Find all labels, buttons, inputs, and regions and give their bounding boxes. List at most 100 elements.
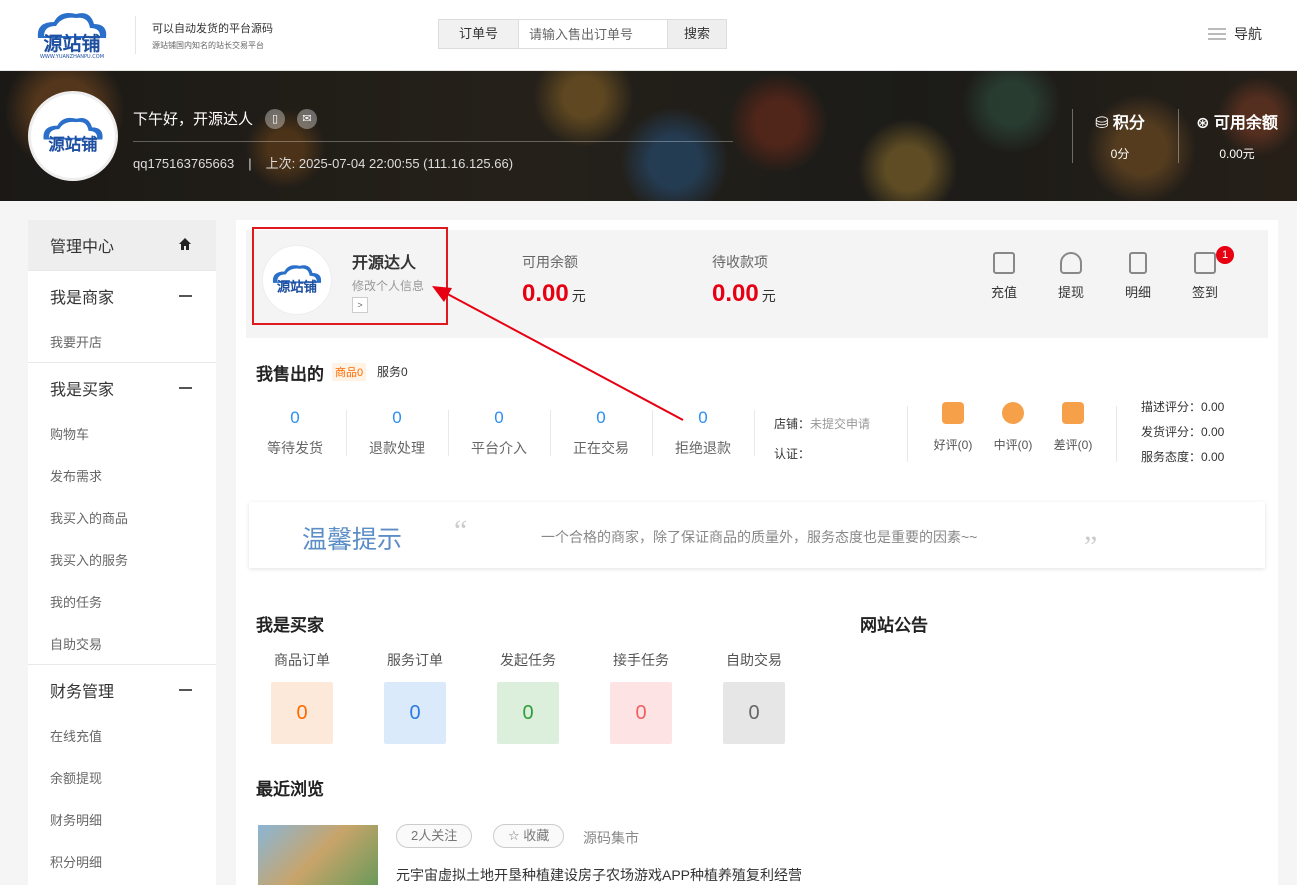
score-service: 服务态度：0.00	[1141, 450, 1225, 464]
search-type-label[interactable]: 订单号	[439, 20, 519, 48]
slogan: 可以自动发货的平台源码	[152, 23, 273, 35]
account-name: qq175163765663	[133, 156, 235, 171]
phone-icon[interactable]: ▯	[265, 108, 286, 129]
recent-source: 源码集市	[583, 830, 639, 846]
profile-banner: 源站铺 下午好，开源达人 ▯ ✉ qq175163765663 | 上次: 2025…	[0, 71, 1297, 201]
greeting: 下午好，开源达人 ▯ ✉	[133, 108, 318, 129]
user-info-line: qq175163765663 | 上次: 2025-07-04 22:00:55 (…	[133, 156, 514, 171]
stat-refund-rejected[interactable]: 0 拒绝退款	[652, 408, 754, 458]
tip-title: 温馨提示	[302, 526, 403, 554]
star-icon: ☆	[508, 828, 520, 843]
menu-icon	[1208, 25, 1226, 43]
store-status: 未提交申请	[810, 417, 871, 431]
svg-text:源站铺: 源站铺	[43, 32, 100, 55]
buyer-accepted-tasks[interactable]: 接手任务 0	[601, 650, 681, 744]
store-scores: 描述评分：0.00 发货评分：0.00 服务态度：0.00	[1141, 395, 1224, 470]
service-count-tag[interactable]: 服务0	[377, 363, 408, 380]
database-icon: ⛁	[1095, 115, 1113, 132]
svg-text:源站铺: 源站铺	[48, 135, 97, 154]
mail-icon[interactable]: ✉	[297, 108, 318, 129]
username: 开源达人	[352, 255, 417, 272]
search-button[interactable]: 搜索	[667, 20, 726, 48]
site-logo[interactable]: 源站铺 WWW.YUANZHANPU.COM	[28, 8, 116, 60]
sidebar-item-post-demand[interactable]: 发布需求	[28, 454, 216, 496]
recharge-icon	[993, 252, 1015, 274]
goods-count-tag[interactable]: 商品0	[332, 363, 367, 381]
stat-refund-processing[interactable]: 0 退款处理	[346, 408, 448, 458]
sidebar-item-open-store[interactable]: 我要开店	[28, 320, 216, 362]
followers-chip[interactable]: 2人关注	[396, 824, 473, 848]
sidebar-group-finance[interactable]: 财务管理	[28, 664, 216, 714]
avatar[interactable]: 源站铺	[28, 91, 118, 181]
detail-button[interactable]: 明细	[1113, 252, 1163, 301]
greeting-text: 下午好，开源达人	[133, 111, 254, 128]
rating-good[interactable]: 好评(0)	[928, 402, 978, 453]
sidebar-item-withdraw[interactable]: 余额提现	[28, 756, 216, 798]
store-info: 店铺：未提交申请 认证：	[774, 417, 871, 461]
avatar[interactable]: 源站铺	[262, 245, 332, 315]
sidebar-item-finance-detail[interactable]: 财务明细	[28, 798, 216, 840]
buyer-goods-orders[interactable]: 商品订单 0	[262, 650, 342, 744]
stat-platform-intervention[interactable]: 0 平台介入	[448, 408, 550, 458]
buyer-title: 我是买家	[256, 616, 324, 635]
sidebar-group-merchant[interactable]: 我是商家	[28, 270, 216, 320]
money-bag-icon	[1060, 252, 1082, 274]
sign-in-button[interactable]: 签到 1	[1180, 246, 1234, 301]
top-header: 源站铺 WWW.YUANZHANPU.COM 可以自动发货的平台源码 源站铺国内…	[0, 0, 1297, 71]
svg-text:WWW.YUANZHANPU.COM: WWW.YUANZHANPU.COM	[40, 54, 104, 60]
collapse-icon	[179, 295, 192, 297]
main-content: 源站铺 开源达人 修改个人信息 > 可用余额 0.00 元 待收款项 0.00 元 …	[236, 220, 1278, 885]
buyer-self-trade[interactable]: 自助交易 0	[714, 650, 794, 744]
rating-bad[interactable]: 差评(0)	[1048, 402, 1098, 453]
sidebar-item-bought-goods[interactable]: 我买入的商品	[28, 496, 216, 538]
sub-slogan: 源站铺国内知名的站长交易平台	[152, 41, 264, 50]
sidebar-item-cart[interactable]: 购物车	[28, 412, 216, 454]
nav-menu-button[interactable]: 导航	[1208, 24, 1262, 44]
logo-divider	[135, 16, 136, 54]
home-icon	[179, 238, 191, 250]
score-shipping: 发货评分：0.00	[1141, 425, 1225, 439]
quote-open-icon: “	[454, 514, 468, 547]
chevron-right-icon[interactable]: >	[352, 297, 368, 313]
sidebar-item-recharge[interactable]: 在线充值	[28, 714, 216, 756]
thumbs-up-icon	[942, 402, 964, 424]
edit-profile-link[interactable]: 修改个人信息	[352, 277, 424, 294]
sign-badge: 1	[1216, 246, 1234, 264]
sidebar-item-points-detail[interactable]: 积分明细	[28, 840, 216, 882]
sidebar-item-my-tasks[interactable]: 我的任务	[28, 580, 216, 622]
ok-hand-icon	[1002, 402, 1024, 424]
pending-payment: 待收款项 0.00 元	[712, 254, 776, 307]
points-stat: ⛁ 积分 0分	[1090, 109, 1150, 162]
recharge-button[interactable]: 充值	[979, 252, 1029, 301]
score-description: 描述评分：0.00	[1141, 400, 1225, 414]
stat-trading[interactable]: 0 正在交易	[550, 408, 652, 458]
points-value: 0分	[1110, 147, 1130, 161]
recent-item-thumbnail[interactable]	[258, 825, 378, 885]
withdraw-button[interactable]: 提现	[1046, 252, 1096, 301]
calendar-icon	[1194, 252, 1216, 274]
available-balance: 可用余额 0.00 元	[522, 254, 586, 307]
buyer-initiated-tasks[interactable]: 发起任务 0	[488, 650, 568, 744]
nav-label: 导航	[1234, 26, 1262, 42]
quote-close-icon: ”	[1084, 530, 1098, 563]
sold-title: 我售出的	[256, 365, 324, 384]
document-icon	[1129, 252, 1147, 274]
sidebar-item-self-trade[interactable]: 自助交易	[28, 622, 216, 664]
sidebar-item-bought-services[interactable]: 我买入的服务	[28, 538, 216, 580]
buyer-service-orders[interactable]: 服务订单 0	[375, 650, 455, 744]
thumbs-down-icon	[1062, 402, 1084, 424]
collapse-icon	[179, 387, 192, 389]
stat-waiting-shipment[interactable]: 0 等待发货	[244, 408, 346, 458]
sidebar-group-buyer[interactable]: 我是买家	[28, 362, 216, 412]
rating-neutral[interactable]: 中评(0)	[988, 402, 1038, 453]
favorite-button[interactable]: ☆ 收藏	[493, 824, 565, 848]
svg-text:源站铺: 源站铺	[277, 278, 317, 295]
recent-item-title[interactable]: 元宇宙虚拟土地开垦种植建设房子农场游戏APP种植养殖复利经营	[396, 865, 802, 885]
sidebar-home[interactable]: 管理中心	[28, 220, 216, 270]
wallet-icon: ⊛	[1196, 115, 1214, 132]
order-search-input[interactable]	[519, 20, 667, 48]
notice-title: 网站公告	[860, 616, 928, 635]
collapse-icon	[179, 689, 192, 691]
last-login: 上次: 2025-07-04 22:00:55 (111.16.125.66)	[265, 156, 514, 171]
balance-value: 0.00元	[1219, 147, 1255, 161]
